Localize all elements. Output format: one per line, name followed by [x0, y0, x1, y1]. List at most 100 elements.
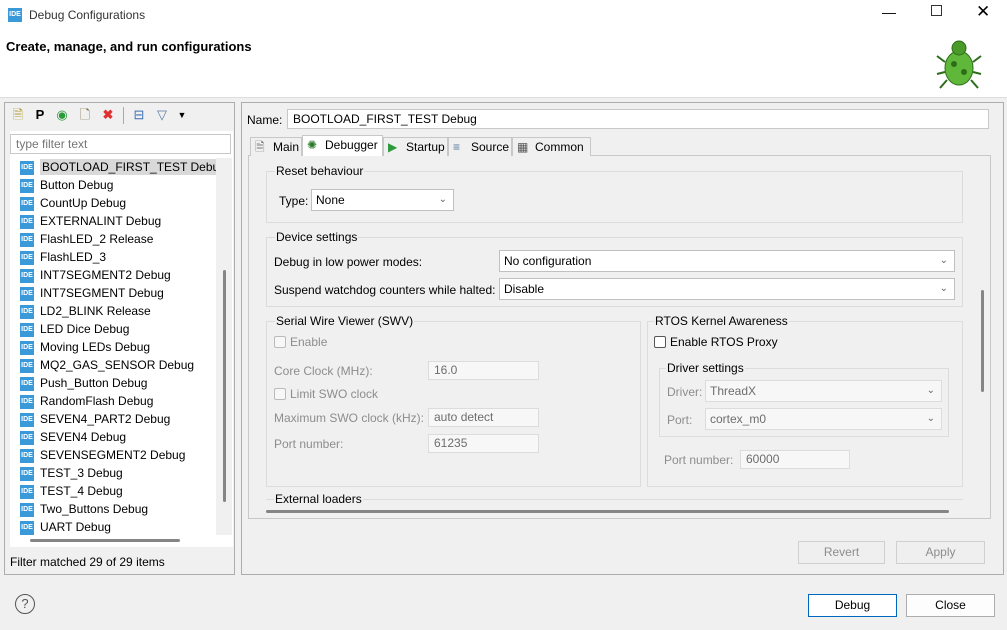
- list-item[interactable]: IDE BOOTLOAD_FIRST_TEST Debug: [10, 158, 216, 176]
- list-horizontal-scrollbar[interactable]: [30, 539, 180, 542]
- reset-type-value: None: [316, 193, 345, 207]
- list-item-label: Button Debug: [40, 178, 114, 192]
- limit-swo-checkbox[interactable]: Limit SWO clock: [274, 387, 378, 401]
- swv-port-label: Port number:: [274, 437, 344, 451]
- chevron-down-icon: ⌄: [926, 413, 935, 424]
- list-item[interactable]: IDE RandomFlash Debug: [10, 392, 153, 410]
- swv-port-input[interactable]: 61235: [428, 434, 539, 453]
- list-item[interactable]: IDE LD2_BLINK Release: [10, 302, 151, 320]
- list-item[interactable]: IDE Two_Buttons Debug: [10, 500, 148, 518]
- swv-enable-checkbox[interactable]: Enable: [274, 335, 327, 349]
- duplicate-icon[interactable]: 🗋: [77, 107, 93, 123]
- swv-enable-label: Enable: [290, 335, 328, 349]
- play-icon: ▶: [388, 140, 398, 154]
- debug-button[interactable]: Debug: [808, 594, 897, 617]
- reset-type-select[interactable]: None ⌄: [311, 189, 454, 211]
- revert-button[interactable]: Revert: [798, 541, 885, 564]
- reset-type-label: Type:: [279, 194, 309, 208]
- list-item[interactable]: IDE INT7SEGMENT2 Debug: [10, 266, 171, 284]
- list-item[interactable]: IDE CountUp Debug: [10, 194, 126, 212]
- close-window-button[interactable]: ✕: [976, 2, 990, 22]
- editor-horizontal-scrollbar[interactable]: [266, 510, 949, 513]
- ide-config-icon: IDE: [20, 412, 34, 427]
- help-icon[interactable]: ?: [15, 594, 35, 614]
- tab-label: Main: [273, 140, 300, 154]
- collapse-all-icon[interactable]: ⊟: [131, 107, 147, 123]
- low-power-select[interactable]: No configuration ⌄: [499, 250, 955, 272]
- bug-icon: [936, 40, 982, 89]
- list-item[interactable]: IDE MQ2_GAS_SENSOR Debug: [10, 356, 194, 374]
- toolbar-separator: [123, 107, 124, 124]
- list-item[interactable]: IDE LED Dice Debug: [10, 320, 129, 338]
- list-item[interactable]: IDE UART Debug: [10, 518, 111, 535]
- list-item-label: Push_Button Debug: [40, 376, 148, 390]
- tab-main[interactable]: 🗎 Main: [250, 137, 302, 156]
- list-item[interactable]: IDE Push_Button Debug: [10, 374, 147, 392]
- core-clock-label: Core Clock (MHz):: [274, 364, 373, 378]
- header-subtitle: Create, manage, and run configurations: [6, 39, 252, 54]
- app-icon: IDE: [8, 8, 22, 22]
- checkbox-icon: [274, 336, 286, 348]
- list-item[interactable]: IDE Button Debug: [10, 176, 113, 194]
- list-item[interactable]: IDE SEVEN4_PART2 Debug: [10, 410, 170, 428]
- ide-config-icon: IDE: [20, 520, 34, 535]
- max-swo-input[interactable]: auto detect: [428, 408, 539, 427]
- filter-input[interactable]: [10, 134, 231, 154]
- list-vertical-scrollbar[interactable]: [223, 270, 226, 502]
- core-clock-input[interactable]: 16.0: [428, 361, 539, 380]
- list-item-label: SEVEN4 Debug: [40, 430, 127, 444]
- list-item-label: LD2_BLINK Release: [40, 304, 151, 318]
- maximize-button[interactable]: [931, 5, 942, 16]
- export-icon[interactable]: ◉: [54, 107, 70, 123]
- apply-button[interactable]: Apply: [896, 541, 985, 564]
- editor-vertical-scrollbar[interactable]: [981, 290, 984, 392]
- list-item-label: INT7SEGMENT2 Debug: [40, 268, 171, 282]
- new-prototype-icon[interactable]: P: [32, 107, 48, 123]
- list-item-label: TEST_4 Debug: [40, 484, 123, 498]
- list-item-label: EXTERNALINT Debug: [40, 214, 162, 228]
- chevron-down-icon: ⌄: [438, 194, 447, 205]
- driver-settings-title: Driver settings: [666, 361, 745, 375]
- name-label: Name:: [247, 113, 283, 127]
- list-item[interactable]: IDE FlashLED_2 Release: [10, 230, 153, 248]
- filter-icon[interactable]: ▽: [154, 107, 170, 123]
- close-button[interactable]: Close: [906, 594, 995, 617]
- list-item[interactable]: IDE TEST_3 Debug: [10, 464, 123, 482]
- ide-config-icon: IDE: [20, 502, 34, 517]
- list-item[interactable]: IDE Moving LEDs Debug: [10, 338, 150, 356]
- tab-source[interactable]: ≡ Source: [448, 137, 512, 156]
- new-config-icon[interactable]: 🗎: [10, 107, 26, 123]
- file-icon: 🗎: [255, 140, 265, 154]
- tab-debugger[interactable]: ✺ Debugger: [302, 135, 383, 156]
- window-title: Debug Configurations: [29, 8, 146, 22]
- chevron-down-icon: ⌄: [939, 283, 948, 294]
- name-input[interactable]: [287, 109, 989, 129]
- list-item[interactable]: IDE EXTERNALINT Debug: [10, 212, 161, 230]
- ide-config-icon: IDE: [20, 286, 34, 301]
- tab-common[interactable]: ▦ Common: [512, 137, 591, 156]
- list-item-label: UART Debug: [40, 520, 111, 534]
- ide-config-icon: IDE: [20, 358, 34, 373]
- rtos-proxy-checkbox[interactable]: Enable RTOS Proxy: [654, 335, 778, 349]
- low-power-label: Debug in low power modes:: [274, 255, 423, 269]
- rtos-port-number-input[interactable]: 60000: [740, 450, 850, 469]
- dropdown-icon[interactable]: ▼: [174, 107, 190, 123]
- rtos-port-number-label: Port number:: [664, 453, 734, 467]
- source-icon: ≡: [453, 140, 461, 154]
- table-icon: ▦: [517, 140, 529, 154]
- tab-startup[interactable]: ▶ Startup: [383, 137, 448, 156]
- list-item-label: RandomFlash Debug: [40, 394, 154, 408]
- list-item[interactable]: IDE INT7SEGMENT Debug: [10, 284, 164, 302]
- list-item[interactable]: IDE TEST_4 Debug: [10, 482, 123, 500]
- list-item[interactable]: IDE FlashLED_3: [10, 248, 106, 266]
- rtos-port-select[interactable]: cortex_m0 ⌄: [705, 408, 942, 430]
- minimize-button[interactable]: —: [882, 4, 896, 20]
- list-item[interactable]: IDE SEVENSEGMENT2 Debug: [10, 446, 185, 464]
- list-item[interactable]: IDE SEVEN4 Debug: [10, 428, 126, 446]
- driver-select[interactable]: ThreadX ⌄: [705, 380, 942, 402]
- tab-label: Startup: [406, 140, 445, 154]
- delete-icon[interactable]: ✖: [100, 107, 116, 123]
- ide-config-icon: IDE: [20, 484, 34, 499]
- device-settings-title: Device settings: [275, 230, 359, 244]
- watchdog-select[interactable]: Disable ⌄: [499, 278, 955, 300]
